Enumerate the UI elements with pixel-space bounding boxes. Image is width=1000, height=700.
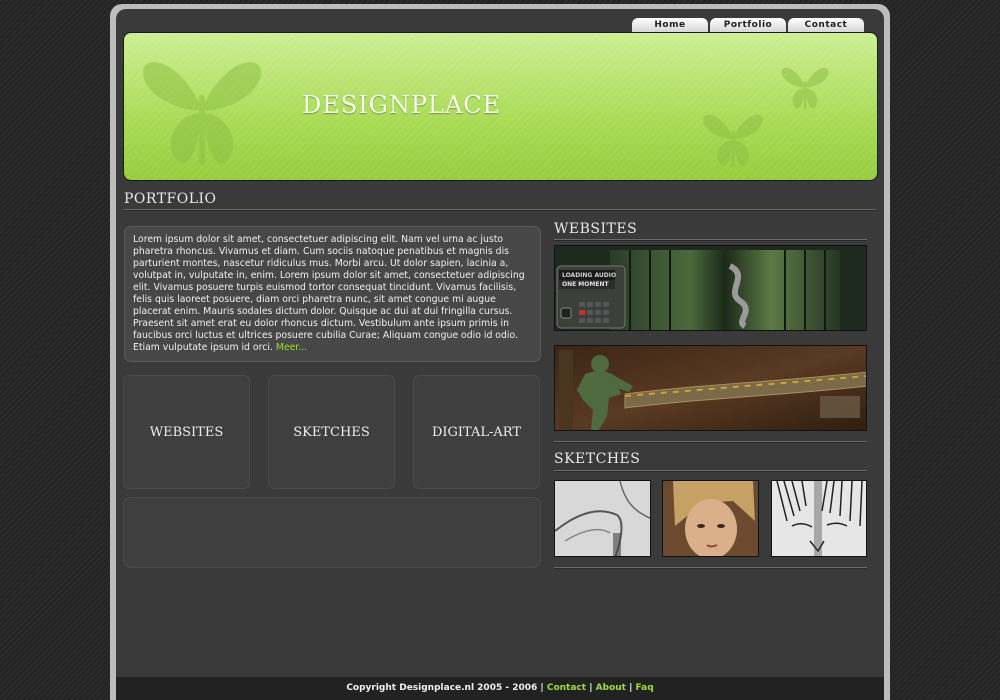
divider: [554, 470, 867, 472]
sketch-thumbnail[interactable]: [662, 480, 759, 557]
divider: [554, 239, 867, 241]
nav-portfolio[interactable]: Portfolio: [710, 18, 786, 32]
website-screenshot-image: LOADING AUDIO ONE MOMENT: [555, 246, 866, 330]
butterfly-icon: [143, 62, 261, 165]
copyright-text: Copyright Designplace.nl 2005 - 2006: [346, 683, 538, 693]
sketch-thumbnail[interactable]: [771, 480, 867, 557]
divider: [554, 567, 867, 569]
butterfly-icon: [781, 67, 829, 109]
separator: |: [629, 683, 633, 693]
top-nav: Home Portfolio Contact: [632, 18, 866, 32]
website-thumbnail[interactable]: LOADING AUDIO ONE MOMENT: [554, 245, 867, 331]
more-link[interactable]: Meer...: [276, 342, 307, 353]
category-sketches-button[interactable]: SKETCHES: [268, 375, 395, 489]
site-title: DESIGNPLACE: [302, 91, 502, 119]
sketch-image: [772, 481, 866, 556]
category-label: WEBSITES: [149, 424, 224, 440]
page-title: PORTFOLIO: [124, 191, 217, 207]
category-websites-button[interactable]: WEBSITES: [123, 375, 250, 489]
sketch-image: [555, 481, 650, 556]
nav-contact[interactable]: Contact: [788, 18, 864, 32]
intro-text-box: Lorem ipsum dolor sit amet, consectetuer…: [124, 226, 541, 362]
separator: |: [589, 683, 593, 693]
footer: Copyright Designplace.nl 2005 - 2006 | C…: [116, 677, 884, 700]
loading-text: LOADING AUDIO: [562, 272, 616, 279]
websites-heading: WEBSITES: [554, 221, 638, 237]
separator: |: [540, 683, 544, 693]
website-screenshot-image: [555, 346, 866, 430]
header-banner: DESIGNPLACE: [123, 32, 878, 181]
loading-text: ONE MOMENT: [562, 281, 609, 288]
sketches-heading: SKETCHES: [554, 451, 641, 467]
content-panel: [123, 497, 541, 568]
divider: [123, 209, 876, 211]
sketch-image: [663, 481, 758, 556]
category-label: SKETCHES: [293, 424, 370, 440]
divider: [554, 441, 867, 443]
intro-text: Lorem ipsum dolor sit amet, consectetuer…: [133, 234, 525, 353]
sketch-thumbnail[interactable]: [554, 480, 651, 557]
footer-faq-link[interactable]: Faq: [636, 683, 654, 693]
footer-contact-link[interactable]: Contact: [547, 683, 586, 693]
footer-about-link[interactable]: About: [596, 683, 626, 693]
butterfly-icon: [703, 114, 763, 167]
website-thumbnail[interactable]: [554, 345, 867, 431]
nav-home[interactable]: Home: [632, 18, 708, 32]
category-label: DIGITAL-ART: [431, 424, 522, 440]
category-digital-art-button[interactable]: DIGITAL-ART: [413, 375, 540, 489]
